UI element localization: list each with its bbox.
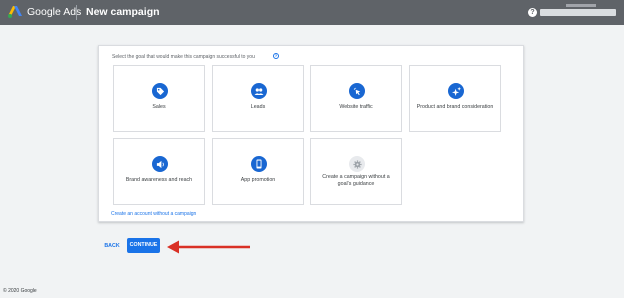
brand-name: Google Ads bbox=[27, 6, 82, 18]
goal-option-leads[interactable]: Leads bbox=[212, 65, 304, 132]
goal-label: Create a campaign without a goal's guida… bbox=[322, 174, 390, 187]
copyright-footer: © 2020 Google bbox=[3, 288, 37, 294]
goal-option-sales[interactable]: Sales bbox=[113, 65, 205, 132]
goal-selection-card: Select the goal that would make this cam… bbox=[98, 45, 524, 222]
goal-option-no-goal-guidance[interactable]: Create a campaign without a goal's guida… bbox=[310, 138, 402, 205]
goal-label: Website traffic bbox=[339, 104, 373, 110]
top-bar: Google Ads New campaign ? bbox=[0, 0, 624, 25]
tag-icon bbox=[152, 83, 168, 99]
header-divider bbox=[76, 5, 77, 20]
goal-option-product-brand-consideration[interactable]: Product and brand consideration bbox=[409, 65, 501, 132]
goal-option-app-promotion[interactable]: App promotion bbox=[212, 138, 304, 205]
account-redacted-top bbox=[566, 4, 596, 7]
account-info-redacted[interactable] bbox=[540, 9, 616, 16]
annotation-arrow-icon bbox=[167, 240, 250, 254]
back-button[interactable]: BACK bbox=[100, 239, 124, 253]
phone-icon bbox=[251, 156, 267, 172]
help-icon[interactable]: ? bbox=[528, 8, 537, 17]
google-ads-logo-icon[interactable] bbox=[8, 6, 22, 18]
cursor-click-icon bbox=[349, 83, 365, 99]
goal-option-brand-awareness-reach[interactable]: Brand awareness and reach bbox=[113, 138, 205, 205]
create-account-without-campaign-link[interactable]: Create an account without a campaign bbox=[111, 211, 196, 217]
sparkle-icon bbox=[448, 83, 464, 99]
info-icon[interactable]: ? bbox=[273, 53, 279, 59]
goal-label: Product and brand consideration bbox=[416, 104, 494, 110]
goal-prompt: Select the goal that would make this cam… bbox=[112, 54, 255, 60]
goal-option-website-traffic[interactable]: Website traffic bbox=[310, 65, 402, 132]
goal-label: Leads bbox=[250, 104, 266, 110]
goal-label: Sales bbox=[152, 104, 166, 110]
page-title: New campaign bbox=[86, 6, 160, 18]
people-icon bbox=[251, 83, 267, 99]
speaker-icon bbox=[152, 156, 168, 172]
continue-button[interactable]: CONTINUE bbox=[127, 238, 160, 253]
goal-label: App promotion bbox=[240, 177, 276, 183]
goal-label: Brand awareness and reach bbox=[125, 177, 193, 183]
gear-icon bbox=[349, 156, 365, 172]
